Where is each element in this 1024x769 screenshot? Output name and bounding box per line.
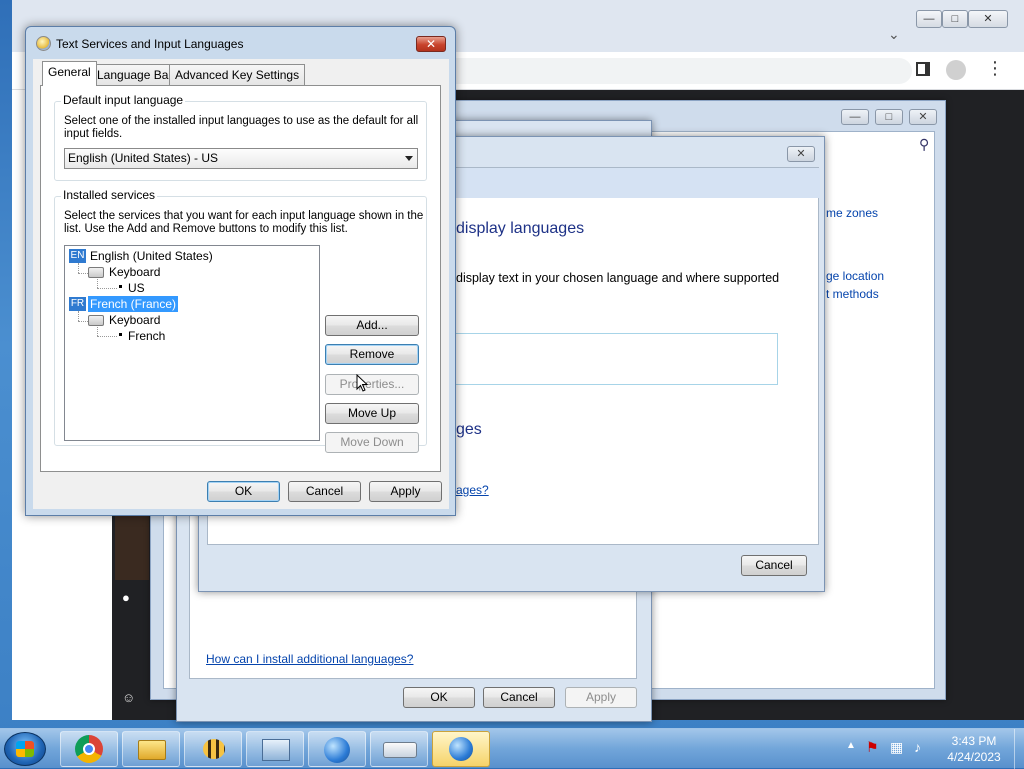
mouse-cursor-icon [356, 374, 368, 392]
cancel-button[interactable]: Cancel [741, 555, 807, 576]
link-input-methods[interactable]: t methods [826, 287, 879, 301]
show-desktop-button[interactable] [1014, 729, 1024, 769]
remove-button[interactable]: Remove [325, 344, 419, 365]
default-input-group [54, 101, 427, 181]
windows-logo-icon [16, 741, 34, 757]
taskbar-keyboard[interactable] [370, 731, 428, 767]
taskbar-app-bee[interactable] [184, 731, 242, 767]
chevron-down-icon[interactable]: ⌄ [888, 26, 900, 43]
globe-icon [449, 737, 473, 761]
install-languages-link[interactable]: How can I install additional languages? [206, 652, 413, 666]
services-tree[interactable]: EN English (United States) Keyboard US F… [64, 245, 320, 441]
link-location[interactable]: ge location [826, 269, 884, 283]
tree-keyboard-en[interactable]: Keyboard [109, 264, 160, 280]
taskbar: ▲ ⚑ ▦ ♪ 3:43 PM 4/24/2023 [0, 728, 1024, 769]
tree-language-french[interactable]: French (France) [88, 296, 179, 312]
close-icon[interactable]: ✕ [787, 146, 815, 162]
add-button[interactable]: Add... [325, 315, 419, 336]
text-services-icon [36, 36, 51, 51]
default-input-description: Select one of the installed input langua… [64, 115, 419, 140]
tree-line [78, 321, 88, 322]
keyboard-icon [88, 267, 104, 278]
profile-icon[interactable] [946, 60, 966, 80]
tree-line [97, 279, 98, 288]
folder-icon [138, 740, 166, 760]
action-center-icon[interactable]: ⚑ [866, 739, 879, 756]
maximize-icon[interactable]: □ [942, 10, 968, 28]
heading-display-languages: display languages [456, 220, 585, 237]
ok-button[interactable]: OK [403, 687, 475, 708]
close-icon[interactable]: ✕ [968, 10, 1008, 28]
close-icon[interactable]: ✕ [416, 36, 446, 52]
language-select-box[interactable] [438, 333, 778, 385]
fr-badge-icon: FR [69, 297, 86, 311]
properties-button[interactable]: Properties... [325, 374, 419, 395]
cancel-button[interactable]: Cancel [483, 687, 555, 708]
bee-icon [203, 739, 225, 759]
control-panel-icon [262, 739, 290, 761]
minimize-icon[interactable]: — [841, 109, 869, 125]
minimize-icon[interactable]: — [916, 10, 942, 28]
chevron-down-icon [405, 156, 413, 161]
tree-line [97, 336, 117, 337]
default-language-value: English (United States) - US [68, 151, 219, 165]
default-input-label: Default input language [61, 93, 186, 107]
globe-icon [324, 737, 350, 763]
tree-language-english[interactable]: English (United States) [90, 248, 213, 264]
text-services-dialog: Text Services and Input Languages ✕ Gene… [25, 26, 456, 516]
apply-button[interactable]: Apply [565, 687, 637, 708]
maximize-icon[interactable]: □ [875, 109, 903, 125]
general-tab-panel: Default input language Select one of the… [40, 85, 441, 472]
tree-line [97, 288, 117, 289]
tree-layout-us[interactable]: US [128, 280, 145, 296]
menu-icon[interactable]: ⋮ [986, 58, 1004, 78]
network-icon[interactable]: ▦ [890, 739, 903, 756]
volume-muted-icon[interactable]: ♪ [914, 739, 921, 755]
cancel-button[interactable]: Cancel [288, 481, 361, 502]
tab-advanced-key-settings[interactable]: Advanced Key Settings [169, 64, 306, 86]
keyboard-icon [88, 315, 104, 326]
tree-line [78, 273, 88, 274]
ok-button[interactable]: OK [207, 481, 280, 502]
tree-line [78, 311, 79, 321]
clock-date: 4/24/2023 [947, 750, 1001, 764]
apply-button[interactable]: Apply [369, 481, 442, 502]
heading-languages: ges [456, 421, 482, 438]
sidepanel-icon[interactable] [916, 62, 930, 76]
tree-line [78, 263, 79, 273]
tab-general[interactable]: General [42, 61, 97, 86]
move-down-button[interactable]: Move Down [325, 432, 419, 453]
tree-line [97, 327, 98, 336]
clock-time: 3:43 PM [951, 734, 997, 748]
installed-services-description: Select the services that you want for ea… [64, 210, 424, 235]
taskbar-clock[interactable]: 3:43 PM 4/24/2023 [938, 733, 1010, 765]
tree-layout-french[interactable]: French [128, 328, 165, 344]
installed-services-label: Installed services [61, 188, 158, 202]
dialog-title: Text Services and Input Languages [56, 37, 244, 51]
search-icon[interactable]: ⚲ [919, 136, 929, 153]
bullet-icon [119, 285, 122, 288]
keyboard-icon [383, 742, 417, 758]
taskbar-explorer[interactable] [122, 731, 180, 767]
taskbar-clock-region[interactable] [308, 731, 366, 767]
show-hidden-icons-icon[interactable]: ▲ [846, 740, 856, 751]
dialog-body: General Language Bar Advanced Key Settin… [33, 59, 449, 509]
taskbar-control-panel[interactable] [246, 731, 304, 767]
display-description: display text in your chosen language and… [456, 271, 780, 285]
link-time-zones[interactable]: me zones [826, 206, 878, 220]
chrome-icon [75, 735, 103, 763]
close-icon[interactable]: ✕ [909, 109, 937, 125]
start-button[interactable] [4, 732, 46, 766]
en-badge-icon: EN [69, 249, 86, 263]
tree-keyboard-fr[interactable]: Keyboard [109, 312, 160, 328]
taskbar-text-services[interactable] [432, 731, 490, 767]
user-icon[interactable]: ● [122, 590, 130, 605]
taskbar-chrome[interactable] [60, 731, 118, 767]
languages-link[interactable]: ages? [456, 483, 489, 497]
move-up-button[interactable]: Move Up [325, 403, 419, 424]
default-language-select[interactable]: English (United States) - US [64, 148, 418, 169]
emoji-icon[interactable]: ☺ [122, 690, 135, 705]
bullet-icon [119, 333, 122, 336]
tab-language-bar[interactable]: Language Bar [91, 64, 179, 86]
